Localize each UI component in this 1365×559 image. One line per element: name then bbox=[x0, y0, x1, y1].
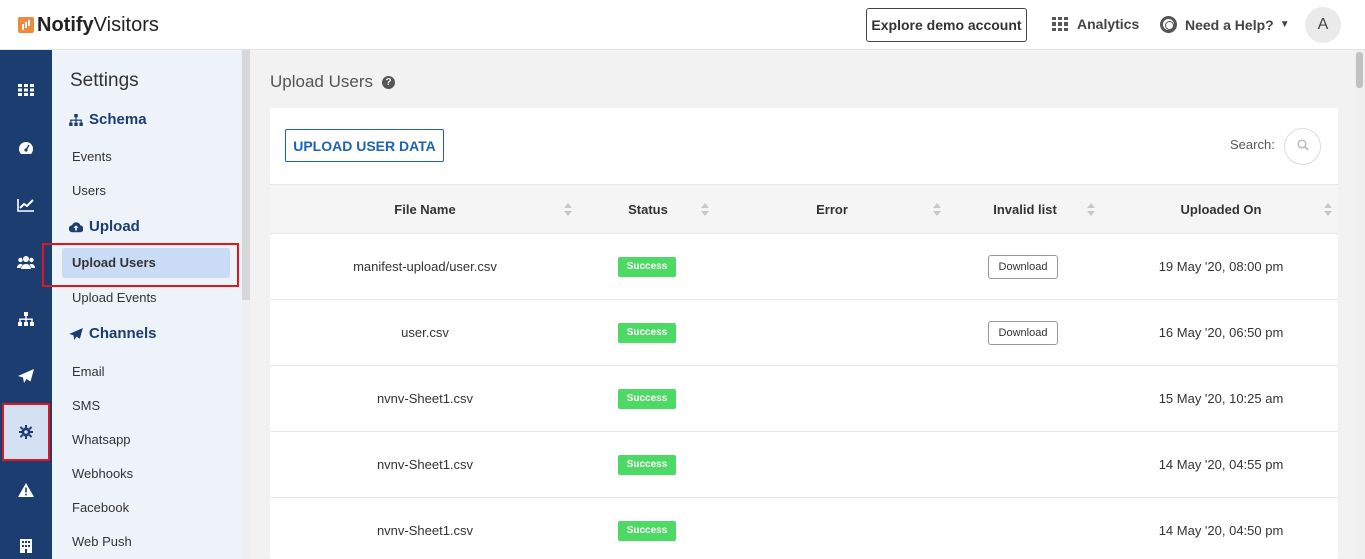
nav-dashboard-grid[interactable] bbox=[0, 62, 52, 118]
upload-users-card: UPLOAD USER DATA Search: File Name Statu… bbox=[270, 108, 1338, 559]
column-uploaded-on[interactable]: Uploaded On bbox=[1150, 185, 1292, 235]
nav-campaigns[interactable] bbox=[0, 348, 52, 404]
section-channels-label: Channels bbox=[89, 325, 157, 342]
cell-uploaded-on: 14 May '20, 04:55 pm bbox=[1158, 457, 1284, 472]
page-scrollbar-track[interactable] bbox=[1354, 50, 1365, 559]
user-avatar[interactable]: A bbox=[1305, 7, 1341, 43]
sort-icon[interactable] bbox=[701, 203, 709, 217]
search-label: Search: bbox=[1230, 137, 1275, 152]
help-label: Need a Help? bbox=[1185, 16, 1274, 33]
notifyvisitors-logo[interactable]: Notify Visitors bbox=[18, 14, 159, 36]
warning-icon bbox=[18, 483, 34, 497]
dashboard-gauge-icon bbox=[18, 141, 34, 155]
table-row: user.csv Success Download 16 May '20, 06… bbox=[270, 300, 1338, 366]
sidebar-item-users[interactable]: Users bbox=[72, 183, 106, 198]
table-header: File Name Status Error Invalid list Uplo… bbox=[270, 184, 1338, 234]
grid-icon bbox=[18, 84, 34, 96]
cell-file-name: nvnv-Sheet1.csv bbox=[376, 391, 474, 406]
users-icon bbox=[17, 255, 35, 269]
sidebar-item-email[interactable]: Email bbox=[72, 364, 105, 379]
sidebar-item-upload-events[interactable]: Upload Events bbox=[72, 290, 157, 305]
section-channels: Channels bbox=[69, 325, 157, 342]
sort-icon[interactable] bbox=[1087, 203, 1095, 217]
nav-dashboard[interactable] bbox=[0, 120, 52, 176]
column-invalid-list[interactable]: Invalid list bbox=[970, 185, 1080, 235]
paper-plane-icon bbox=[18, 369, 34, 383]
table-row: nvnv-Sheet1.csv Success 14 May '20, 04:5… bbox=[270, 498, 1338, 559]
sidebar-item-whatsapp[interactable]: Whatsapp bbox=[72, 432, 131, 447]
column-error[interactable]: Error bbox=[760, 185, 904, 235]
settings-sidebar: Settings Schema Events Users Upload Uplo… bbox=[52, 50, 242, 559]
status-badge: Success bbox=[618, 455, 676, 475]
section-upload: Upload bbox=[69, 218, 140, 235]
cell-file-name: nvnv-Sheet1.csv bbox=[376, 523, 474, 538]
cell-uploaded-on: 19 May '20, 08:00 pm bbox=[1158, 259, 1284, 274]
sidebar-item-events[interactable]: Events bbox=[72, 149, 112, 164]
logo-text-bold: Notify bbox=[37, 13, 94, 36]
download-invalid-list-button[interactable]: Download bbox=[988, 255, 1058, 279]
nav-alerts[interactable] bbox=[0, 462, 52, 518]
upload-user-data-button[interactable]: UPLOAD USER DATA bbox=[285, 129, 444, 162]
grid-icon bbox=[1052, 17, 1068, 31]
page-title-text: Upload Users bbox=[270, 72, 373, 91]
chevron-down-icon: ▼ bbox=[1279, 19, 1290, 30]
lifebuoy-icon bbox=[1160, 16, 1177, 33]
sort-icon[interactable] bbox=[1324, 203, 1332, 217]
question-circle-icon[interactable]: ? bbox=[382, 75, 395, 89]
analytics-label: Analytics bbox=[1077, 16, 1140, 32]
logo-mark-icon bbox=[18, 17, 34, 33]
line-chart-icon bbox=[17, 198, 35, 212]
sidebar-item-webhooks[interactable]: Webhooks bbox=[72, 466, 133, 481]
explore-demo-button[interactable]: Explore demo account bbox=[866, 8, 1027, 42]
cell-file-name: nvnv-Sheet1.csv bbox=[376, 457, 474, 472]
nav-settings[interactable] bbox=[2, 403, 50, 461]
cell-uploaded-on: 15 May '20, 10:25 am bbox=[1158, 391, 1284, 406]
left-nav bbox=[0, 50, 52, 559]
cloud-upload-icon bbox=[69, 221, 83, 233]
paper-plane-icon bbox=[69, 327, 83, 340]
section-upload-label: Upload bbox=[89, 218, 140, 235]
sidebar-item-sms[interactable]: SMS bbox=[72, 398, 100, 413]
cell-file-name: user.csv bbox=[401, 325, 449, 340]
analytics-menu[interactable]: Analytics bbox=[1052, 16, 1139, 32]
gear-icon bbox=[19, 425, 33, 439]
nav-analytics[interactable] bbox=[0, 177, 52, 233]
column-status[interactable]: Status bbox=[598, 185, 698, 235]
section-schema: Schema bbox=[69, 111, 147, 128]
status-badge: Success bbox=[618, 257, 676, 277]
cell-file-name: manifest-upload/user.csv bbox=[353, 259, 497, 274]
page-title: Upload Users ? bbox=[270, 72, 395, 92]
page-scrollbar-thumb[interactable] bbox=[1356, 52, 1363, 88]
nav-schema[interactable] bbox=[0, 291, 52, 347]
download-invalid-list-button[interactable]: Download bbox=[988, 321, 1058, 345]
table-row: nvnv-Sheet1.csv Success 15 May '20, 10:2… bbox=[270, 366, 1338, 432]
logo-text-regular: Visitors bbox=[93, 13, 159, 36]
column-file-name[interactable]: File Name bbox=[330, 185, 520, 235]
status-badge: Success bbox=[618, 521, 676, 541]
sidebar-scrollbar-thumb[interactable] bbox=[242, 50, 250, 300]
building-icon bbox=[20, 539, 32, 553]
status-badge: Success bbox=[618, 389, 676, 409]
search-icon bbox=[1296, 138, 1309, 156]
nav-account[interactable] bbox=[0, 518, 52, 559]
settings-title: Settings bbox=[70, 70, 139, 91]
search-button[interactable] bbox=[1284, 128, 1321, 165]
section-schema-label: Schema bbox=[89, 111, 147, 128]
help-menu[interactable]: Need a Help? ▼ bbox=[1160, 16, 1290, 33]
sort-icon[interactable] bbox=[564, 203, 572, 217]
sitemap-icon bbox=[18, 312, 34, 326]
cell-uploaded-on: 14 May '20, 04:50 pm bbox=[1158, 523, 1284, 538]
table-row: manifest-upload/user.csv Success Downloa… bbox=[270, 234, 1338, 300]
sort-icon[interactable] bbox=[933, 203, 941, 217]
sitemap-icon bbox=[69, 113, 83, 126]
sidebar-item-web-push[interactable]: Web Push bbox=[72, 534, 132, 549]
sidebar-item-facebook[interactable]: Facebook bbox=[72, 500, 129, 515]
top-bar: Notify Visitors Explore demo account Anal… bbox=[0, 0, 1365, 50]
upload-users-highlight bbox=[42, 243, 239, 287]
table-row: nvnv-Sheet1.csv Success 14 May '20, 04:5… bbox=[270, 432, 1338, 498]
status-badge: Success bbox=[618, 323, 676, 343]
cell-uploaded-on: 16 May '20, 06:50 pm bbox=[1158, 325, 1284, 340]
